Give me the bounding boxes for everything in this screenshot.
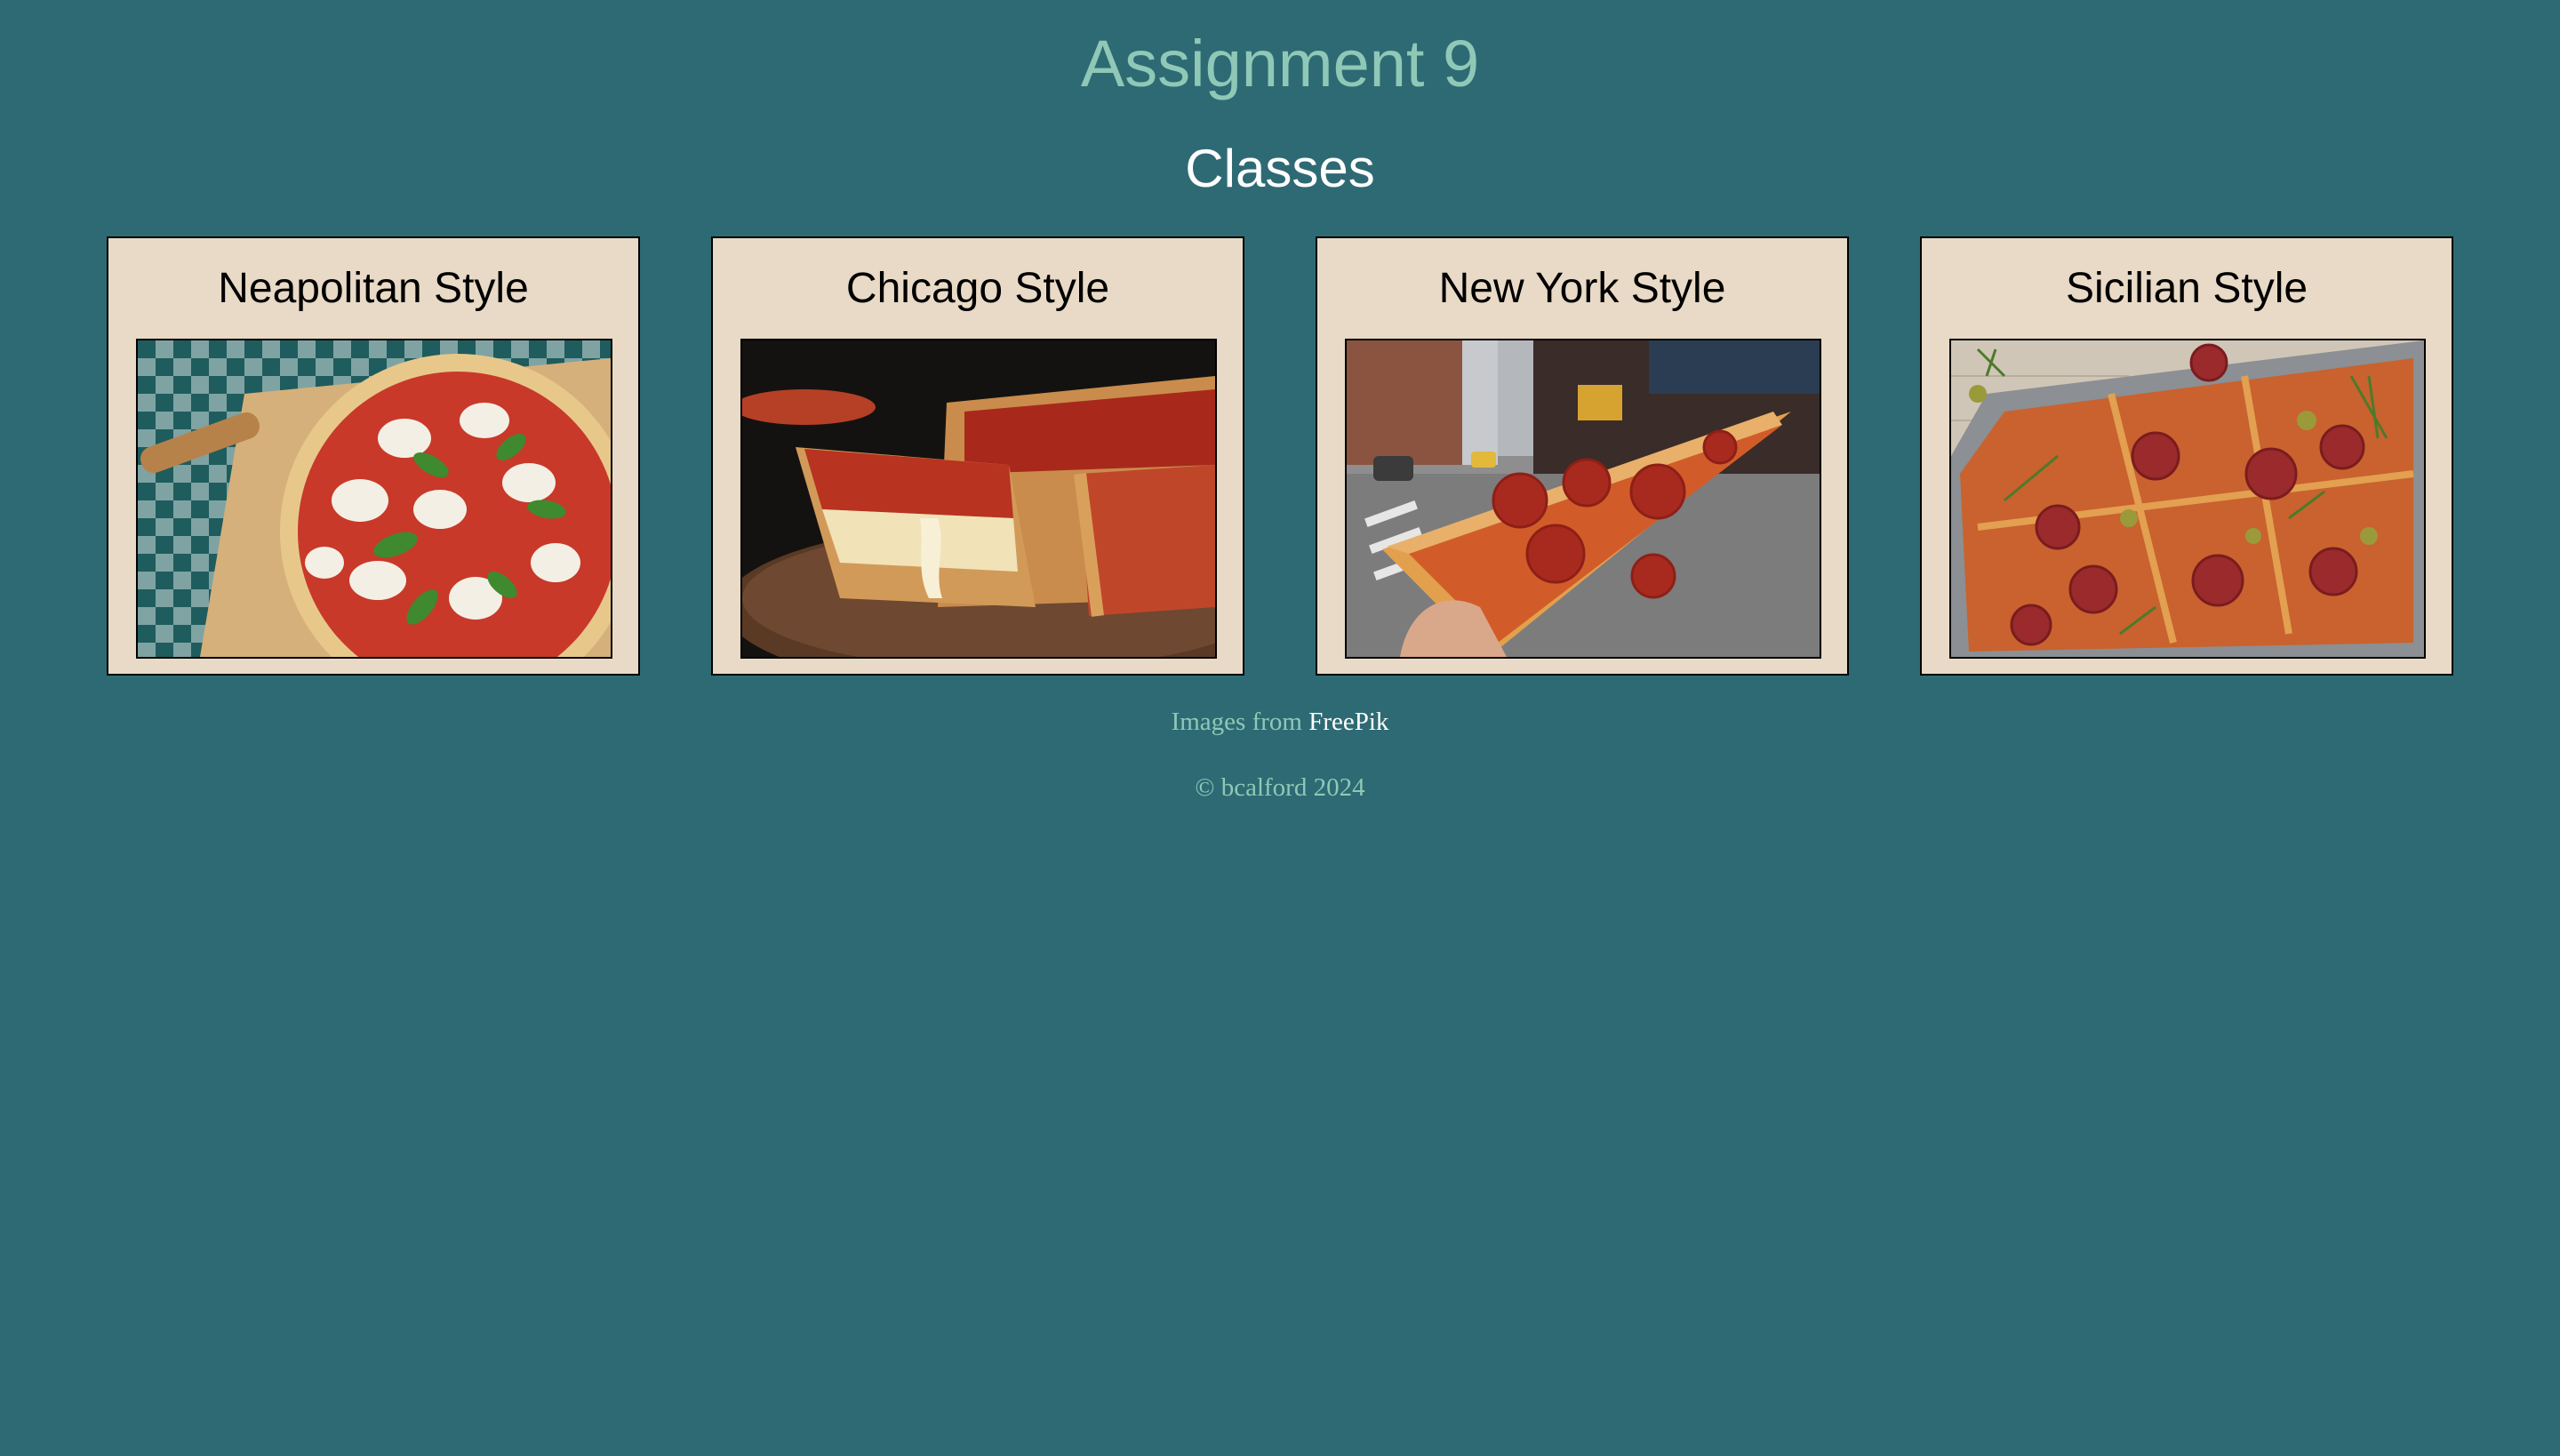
sicilian-pizza-illustration bbox=[1951, 340, 2424, 657]
image-credit: Images from FreePik bbox=[0, 704, 2560, 740]
neapolitan-pizza-illustration bbox=[138, 340, 611, 657]
chicago-pizza-image bbox=[740, 339, 1217, 659]
new-york-pizza-illustration bbox=[1347, 340, 1820, 657]
section-title: Classes bbox=[1185, 139, 1375, 198]
page-title: Assignment 9 bbox=[1080, 27, 1480, 100]
neapolitan-pizza-image bbox=[136, 339, 612, 659]
card-neapolitan: Neapolitan Style bbox=[107, 236, 640, 676]
card-chicago: Chicago Style bbox=[711, 236, 1244, 676]
sicilian-pizza-image bbox=[1949, 339, 2426, 659]
freepik-link[interactable]: FreePik bbox=[1308, 708, 1388, 736]
card-new-york: New York Style bbox=[1316, 236, 1849, 676]
card-title: Sicilian Style bbox=[2065, 265, 2308, 312]
card-title: Neapolitan Style bbox=[218, 265, 529, 312]
card-sicilian: Sicilian Style bbox=[1920, 236, 2453, 676]
new-york-pizza-image bbox=[1345, 339, 1821, 659]
chicago-pizza-illustration bbox=[742, 340, 1215, 657]
credit-prefix: Images from bbox=[1171, 708, 1302, 736]
copyright: © bcalford 2024 bbox=[1195, 773, 1365, 802]
card-gallery: Neapolitan Style Chicago Style New York … bbox=[107, 236, 2453, 676]
card-title: New York Style bbox=[1438, 265, 1726, 312]
card-title: Chicago Style bbox=[845, 265, 1110, 312]
